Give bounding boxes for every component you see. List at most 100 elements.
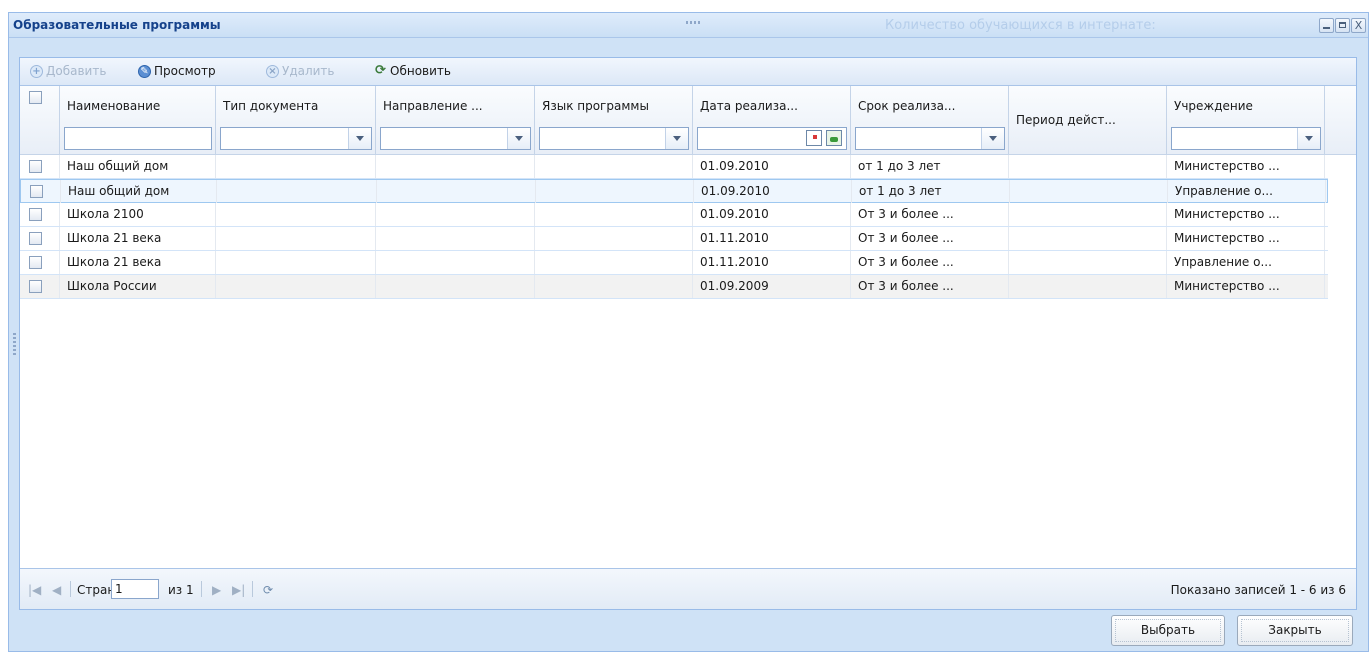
cell-date: 01.11.2010 — [693, 251, 851, 274]
column-period[interactable]: Период дейст... — [1009, 86, 1167, 154]
chevron-down-icon[interactable] — [507, 128, 530, 149]
calendar-icon[interactable] — [806, 130, 822, 146]
chevron-down-icon[interactable] — [348, 128, 371, 149]
column-language-label: Язык программы — [542, 99, 649, 113]
close-window-button[interactable]: X — [1351, 18, 1366, 33]
cell-direction — [377, 180, 536, 203]
separator — [252, 581, 253, 597]
table-row[interactable]: Наш общий дом 01.09.2010 от 1 до 3 лет У… — [20, 179, 1328, 203]
column-doc-type-label: Тип документа — [223, 99, 319, 113]
row-checkbox[interactable] — [29, 280, 42, 293]
filter-direction-select[interactable] — [380, 127, 531, 150]
cell-period — [1009, 227, 1167, 250]
cell-language — [535, 227, 693, 250]
column-direction[interactable]: Направление ... — [376, 86, 535, 154]
column-name[interactable]: Наименование — [60, 86, 216, 154]
close-button[interactable]: Закрыть — [1237, 615, 1353, 646]
column-direction-label: Направление ... — [383, 99, 483, 113]
row-checkbox[interactable] — [29, 232, 42, 245]
cell-language — [535, 203, 693, 226]
cell-language — [535, 251, 693, 274]
cell-name: Наш общий дом — [60, 155, 216, 178]
resize-grip-top[interactable] — [686, 21, 700, 24]
select-all-column — [20, 86, 60, 154]
table-row[interactable]: Школа России 01.09.2009 От 3 и более ...… — [20, 275, 1328, 299]
window-controls: X — [1319, 18, 1366, 33]
view-button[interactable]: ✎ Просмотр — [138, 64, 216, 78]
add-button[interactable]: + Добавить — [30, 64, 106, 78]
cell-institution: Министерство ... — [1167, 227, 1325, 250]
row-checkbox-cell — [20, 275, 60, 298]
refresh-icon[interactable]: ⟳ — [263, 583, 273, 597]
refresh-button[interactable]: ⟳ Обновить — [374, 62, 451, 79]
title-bar[interactable]: Образовательные программы Количество обу… — [9, 13, 1368, 38]
column-language[interactable]: Язык программы — [535, 86, 693, 154]
last-page-icon[interactable]: ▶| — [232, 583, 245, 597]
cell-date: 01.11.2010 — [693, 227, 851, 250]
cell-name: Школа России — [60, 275, 216, 298]
cell-institution: Управление о... — [1167, 251, 1325, 274]
cell-institution: Министерство ... — [1167, 155, 1325, 178]
cell-term: от 1 до 3 лет — [851, 155, 1009, 178]
row-checkbox-cell — [21, 180, 61, 203]
column-date-label: Дата реализа... — [700, 99, 798, 113]
cell-institution: Управление о... — [1168, 180, 1326, 203]
cell-date: 01.09.2010 — [693, 203, 851, 226]
cell-direction — [376, 203, 535, 226]
paging-toolbar: |◀ ◀ Страница 1 из 1 ▶ ▶| ⟳ Показано зап… — [20, 568, 1356, 609]
cell-date: 01.09.2010 — [693, 155, 851, 178]
select-all-checkbox[interactable] — [29, 91, 42, 104]
page-count-label: из 1 — [168, 583, 194, 597]
filter-date-input[interactable] — [697, 127, 847, 150]
chevron-down-icon[interactable] — [665, 128, 688, 149]
select-button[interactable]: Выбрать — [1111, 615, 1225, 646]
records-summary: Показано записей 1 - 6 из 6 — [1170, 583, 1346, 597]
table-row[interactable]: Школа 21 века 01.11.2010 От 3 и более ..… — [20, 251, 1328, 275]
chevron-down-icon[interactable] — [1297, 128, 1320, 149]
resize-grip-left[interactable] — [13, 333, 16, 357]
row-checkbox-cell — [20, 227, 60, 250]
row-checkbox[interactable] — [29, 160, 42, 173]
cell-doc-type — [217, 180, 377, 203]
column-institution[interactable]: Учреждение — [1167, 86, 1325, 154]
column-date[interactable]: Дата реализа... — [693, 86, 851, 154]
row-checkbox-cell — [20, 203, 60, 226]
chevron-down-icon[interactable] — [981, 128, 1004, 149]
cell-period — [1009, 155, 1167, 178]
filter-term-select[interactable] — [855, 127, 1005, 150]
next-page-icon[interactable]: ▶ — [212, 583, 221, 597]
table-row[interactable]: Школа 21 века 01.11.2010 От 3 и более ..… — [20, 227, 1328, 251]
row-checkbox[interactable] — [29, 208, 42, 221]
cell-institution: Министерство ... — [1167, 203, 1325, 226]
pencil-icon: ✎ — [138, 64, 151, 78]
cell-language — [535, 275, 693, 298]
filter-institution-select[interactable] — [1171, 127, 1321, 150]
minimize-button[interactable] — [1319, 18, 1334, 33]
refresh-icon: ⟳ — [375, 62, 386, 78]
cell-term: от 1 до 3 лет — [852, 180, 1010, 203]
grid-panel: + Добавить ✎ Просмотр × Удалить ⟳ Обнови… — [19, 57, 1357, 610]
column-period-label: Период дейст... — [1016, 113, 1116, 127]
page-number-input[interactable]: 1 — [111, 579, 159, 599]
filter-language-select[interactable] — [539, 127, 689, 150]
ghost-label: Количество обучающихся в интернате: — [885, 18, 1156, 33]
clear-date-icon[interactable] — [826, 130, 842, 146]
column-name-label: Наименование — [67, 99, 161, 113]
view-label: Просмотр — [154, 64, 216, 78]
separator — [201, 581, 202, 597]
prev-page-icon[interactable]: ◀ — [52, 583, 61, 597]
filter-doc-type-select[interactable] — [220, 127, 372, 150]
cell-date: 01.09.2010 — [694, 180, 852, 203]
window-title: Образовательные программы — [13, 18, 221, 32]
delete-button[interactable]: × Удалить — [266, 64, 335, 78]
row-checkbox[interactable] — [29, 256, 42, 269]
column-doc-type[interactable]: Тип документа — [216, 86, 376, 154]
row-checkbox[interactable] — [30, 185, 43, 198]
first-page-icon[interactable]: |◀ — [28, 583, 41, 597]
table-row[interactable]: Школа 2100 01.09.2010 От 3 и более ... М… — [20, 203, 1328, 227]
filter-name-input[interactable] — [64, 127, 212, 150]
maximize-button[interactable] — [1335, 18, 1350, 33]
table-row[interactable]: Наш общий дом 01.09.2010 от 1 до 3 лет М… — [20, 155, 1328, 179]
column-institution-label: Учреждение — [1174, 99, 1253, 113]
column-term[interactable]: Срок реализа... — [851, 86, 1009, 154]
